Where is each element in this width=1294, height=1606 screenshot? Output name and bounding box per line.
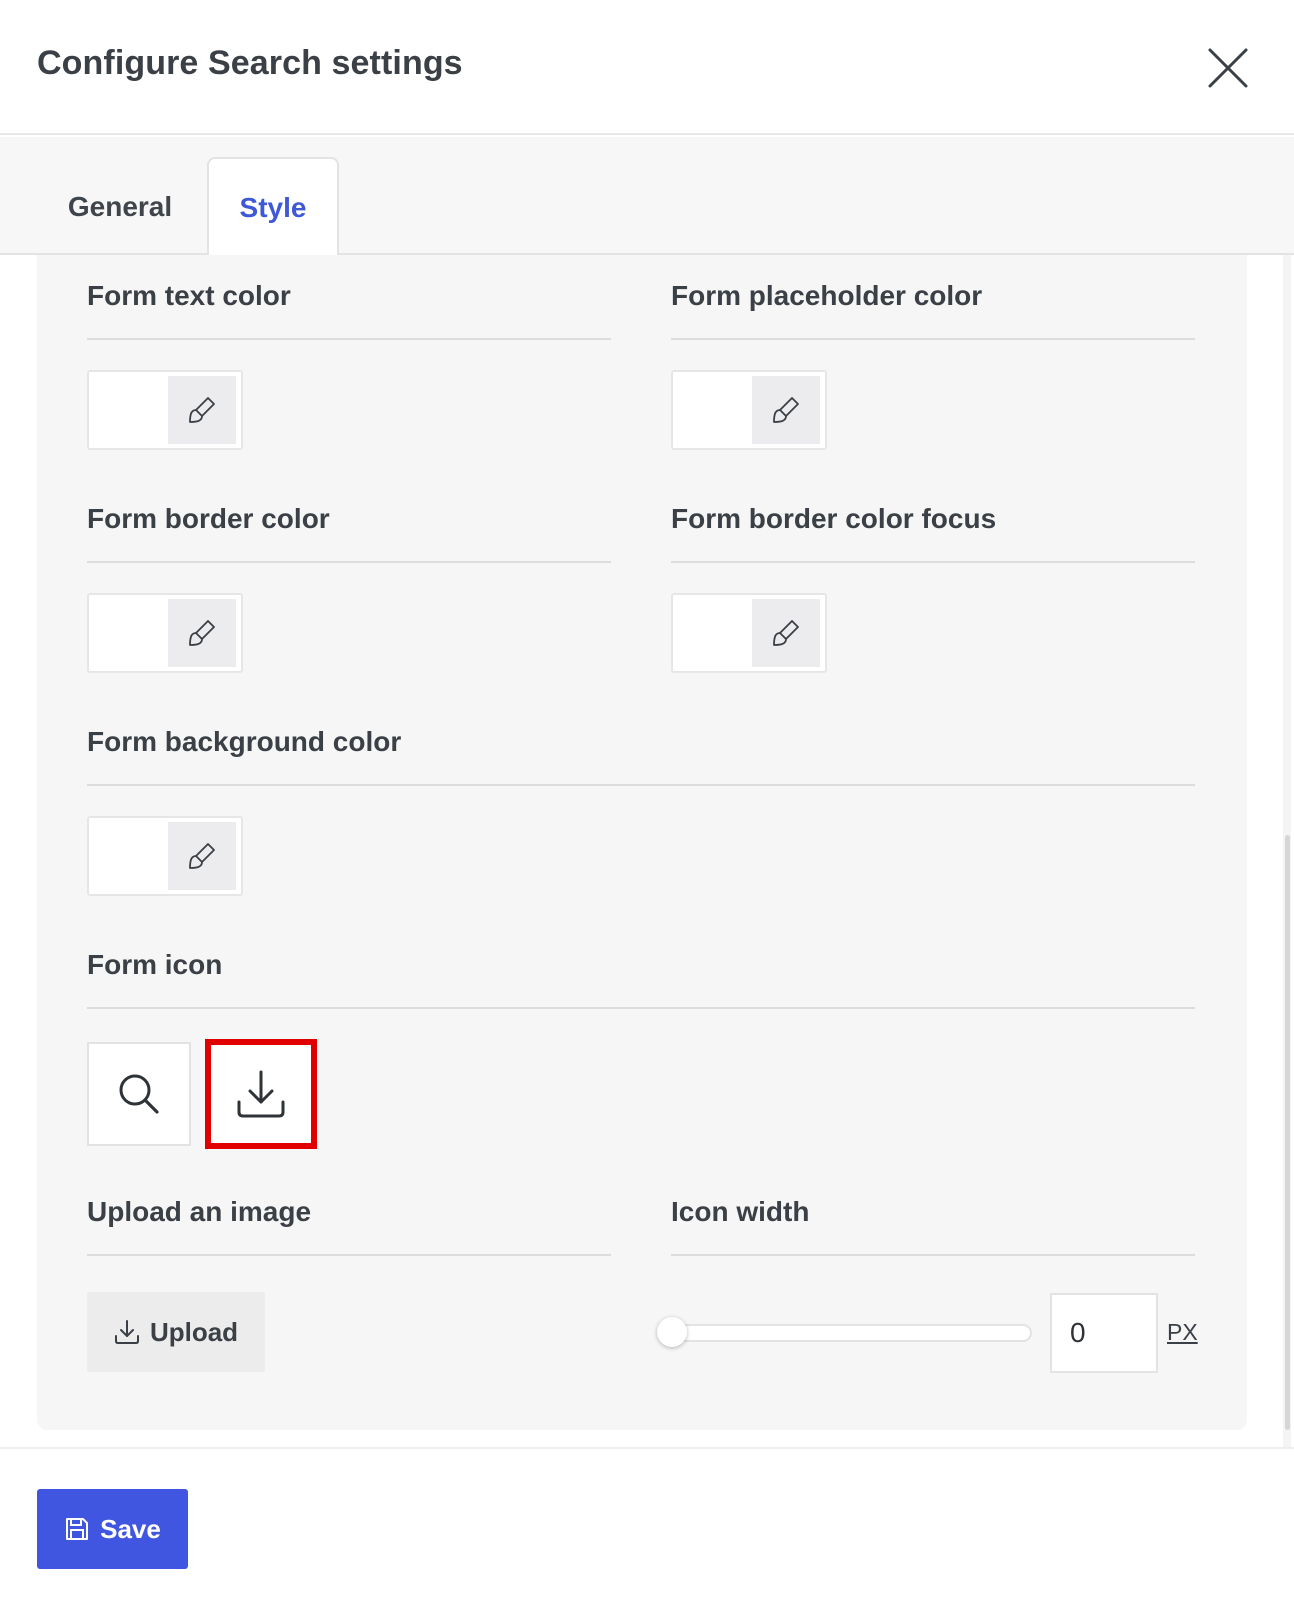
form-background-color-label: Form background color (87, 726, 402, 757)
color-picker-button[interactable] (168, 376, 236, 444)
form-placeholder-color-picker[interactable] (671, 370, 827, 450)
color-swatch (673, 372, 751, 448)
configure-search-dialog: Configure Search settings General Style … (0, 0, 1294, 1606)
color-swatch (89, 595, 167, 671)
brush-icon (773, 620, 799, 646)
floppy-disk-icon (66, 1518, 89, 1540)
tab-style[interactable]: Style (207, 157, 339, 257)
color-picker-button[interactable] (168, 822, 236, 890)
upload-image-label: Upload an image (87, 1196, 312, 1227)
form-border-color-label: Form border color (87, 503, 330, 534)
close-icon (1208, 48, 1248, 88)
upload-button[interactable]: Upload (87, 1292, 265, 1372)
settings-body: Form text color Form placeholder color F… (0, 255, 1294, 1447)
form-border-color-picker[interactable] (87, 593, 243, 673)
scrollbar-thumb[interactable] (1285, 835, 1290, 1430)
form-icon-option-download[interactable] (205, 1039, 317, 1149)
form-text-color-picker[interactable] (87, 370, 243, 450)
icon-width-slider-thumb[interactable] (657, 1317, 687, 1347)
tab-general[interactable]: General (40, 157, 200, 257)
color-swatch (673, 595, 751, 671)
upload-icon (114, 1320, 139, 1344)
divider (87, 561, 611, 563)
divider (671, 1254, 1195, 1256)
color-swatch (89, 818, 167, 894)
form-placeholder-color-label: Form placeholder color (671, 280, 983, 311)
color-picker-button[interactable] (168, 599, 236, 667)
brush-icon (189, 397, 215, 423)
form-background-color-picker[interactable] (87, 816, 243, 896)
save-button[interactable]: Save (37, 1489, 188, 1569)
color-picker-button[interactable] (752, 599, 820, 667)
dialog-header: Configure Search settings (0, 0, 1294, 135)
dialog-title: Configure Search settings (37, 44, 463, 82)
upload-button-label: Upload (149, 1316, 239, 1347)
close-button[interactable] (1206, 46, 1250, 90)
divider (87, 784, 1195, 786)
divider (87, 1007, 1195, 1009)
divider (87, 338, 611, 340)
divider (671, 338, 1195, 340)
brush-icon (189, 843, 215, 869)
form-icon-option-search[interactable] (87, 1042, 191, 1146)
color-swatch (89, 372, 167, 448)
icon-width-slider-track[interactable] (672, 1324, 1032, 1342)
icon-width-input[interactable] (1050, 1293, 1158, 1373)
dialog-footer: Save (0, 1447, 1294, 1606)
divider (87, 1254, 611, 1256)
form-text-color-label: Form text color (87, 280, 291, 311)
tab-bar: General Style (0, 137, 1294, 257)
icon-width-label: Icon width (671, 1196, 810, 1227)
download-icon (237, 1070, 285, 1118)
form-icon-label: Form icon (87, 949, 223, 980)
brush-icon (773, 397, 799, 423)
brush-icon (189, 620, 215, 646)
form-border-color-focus-picker[interactable] (671, 593, 827, 673)
save-button-label: Save (100, 1513, 161, 1544)
divider (671, 561, 1195, 563)
search-icon (119, 1074, 159, 1114)
form-border-color-focus-label: Form border color focus (671, 503, 997, 534)
icon-width-unit[interactable]: PX (1167, 1319, 1198, 1346)
color-picker-button[interactable] (752, 376, 820, 444)
